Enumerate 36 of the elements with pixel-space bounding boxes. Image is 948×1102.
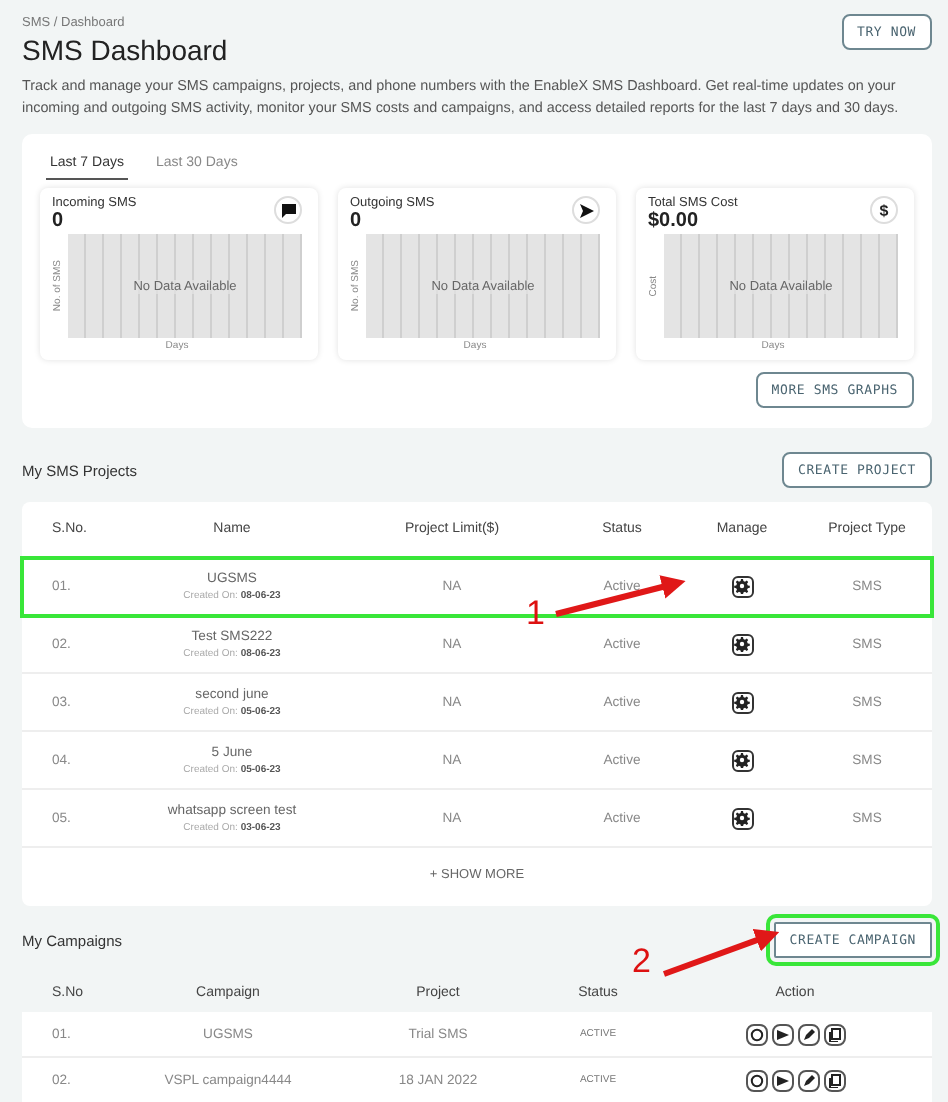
- send-icon: [775, 1073, 789, 1087]
- pencil-icon: [801, 1073, 815, 1087]
- settings-button[interactable]: [731, 575, 753, 597]
- settings-icon: [734, 636, 750, 652]
- stat-value: 0: [350, 210, 364, 232]
- copy-icon: [827, 1073, 841, 1087]
- copy-button[interactable]: [823, 1069, 845, 1091]
- send-button[interactable]: [771, 1023, 793, 1045]
- arrow: [555, 575, 686, 617]
- view-icon: [749, 1073, 763, 1087]
- pencil-icon: [801, 1027, 815, 1041]
- dollar-icon: $: [870, 196, 898, 224]
- stat-value: $0.00: [648, 210, 701, 232]
- settings-icon: [734, 752, 750, 768]
- settings-button[interactable]: [731, 749, 753, 771]
- settings-button[interactable]: [731, 633, 753, 655]
- copy-icon: [827, 1027, 841, 1041]
- step-number: 2: [632, 944, 651, 978]
- pencil-button[interactable]: [797, 1069, 819, 1091]
- send-icon: [775, 1027, 789, 1041]
- settings-button[interactable]: [731, 807, 753, 829]
- copy-button[interactable]: [823, 1023, 845, 1045]
- settings-icon: [734, 694, 750, 710]
- stat-value: 0: [52, 210, 66, 232]
- page-title: SMS Dashboard: [22, 34, 228, 66]
- settings-button[interactable]: [731, 691, 753, 713]
- view-button[interactable]: [745, 1023, 767, 1045]
- pencil-button[interactable]: [797, 1023, 819, 1045]
- send-button[interactable]: [771, 1069, 793, 1091]
- view-icon: [749, 1027, 763, 1041]
- view-button[interactable]: [745, 1069, 767, 1091]
- settings-icon: [734, 578, 750, 594]
- send-icon: [579, 203, 593, 217]
- chat-icon: [281, 203, 295, 217]
- settings-icon: [734, 810, 750, 826]
- arrow: [662, 928, 780, 977]
